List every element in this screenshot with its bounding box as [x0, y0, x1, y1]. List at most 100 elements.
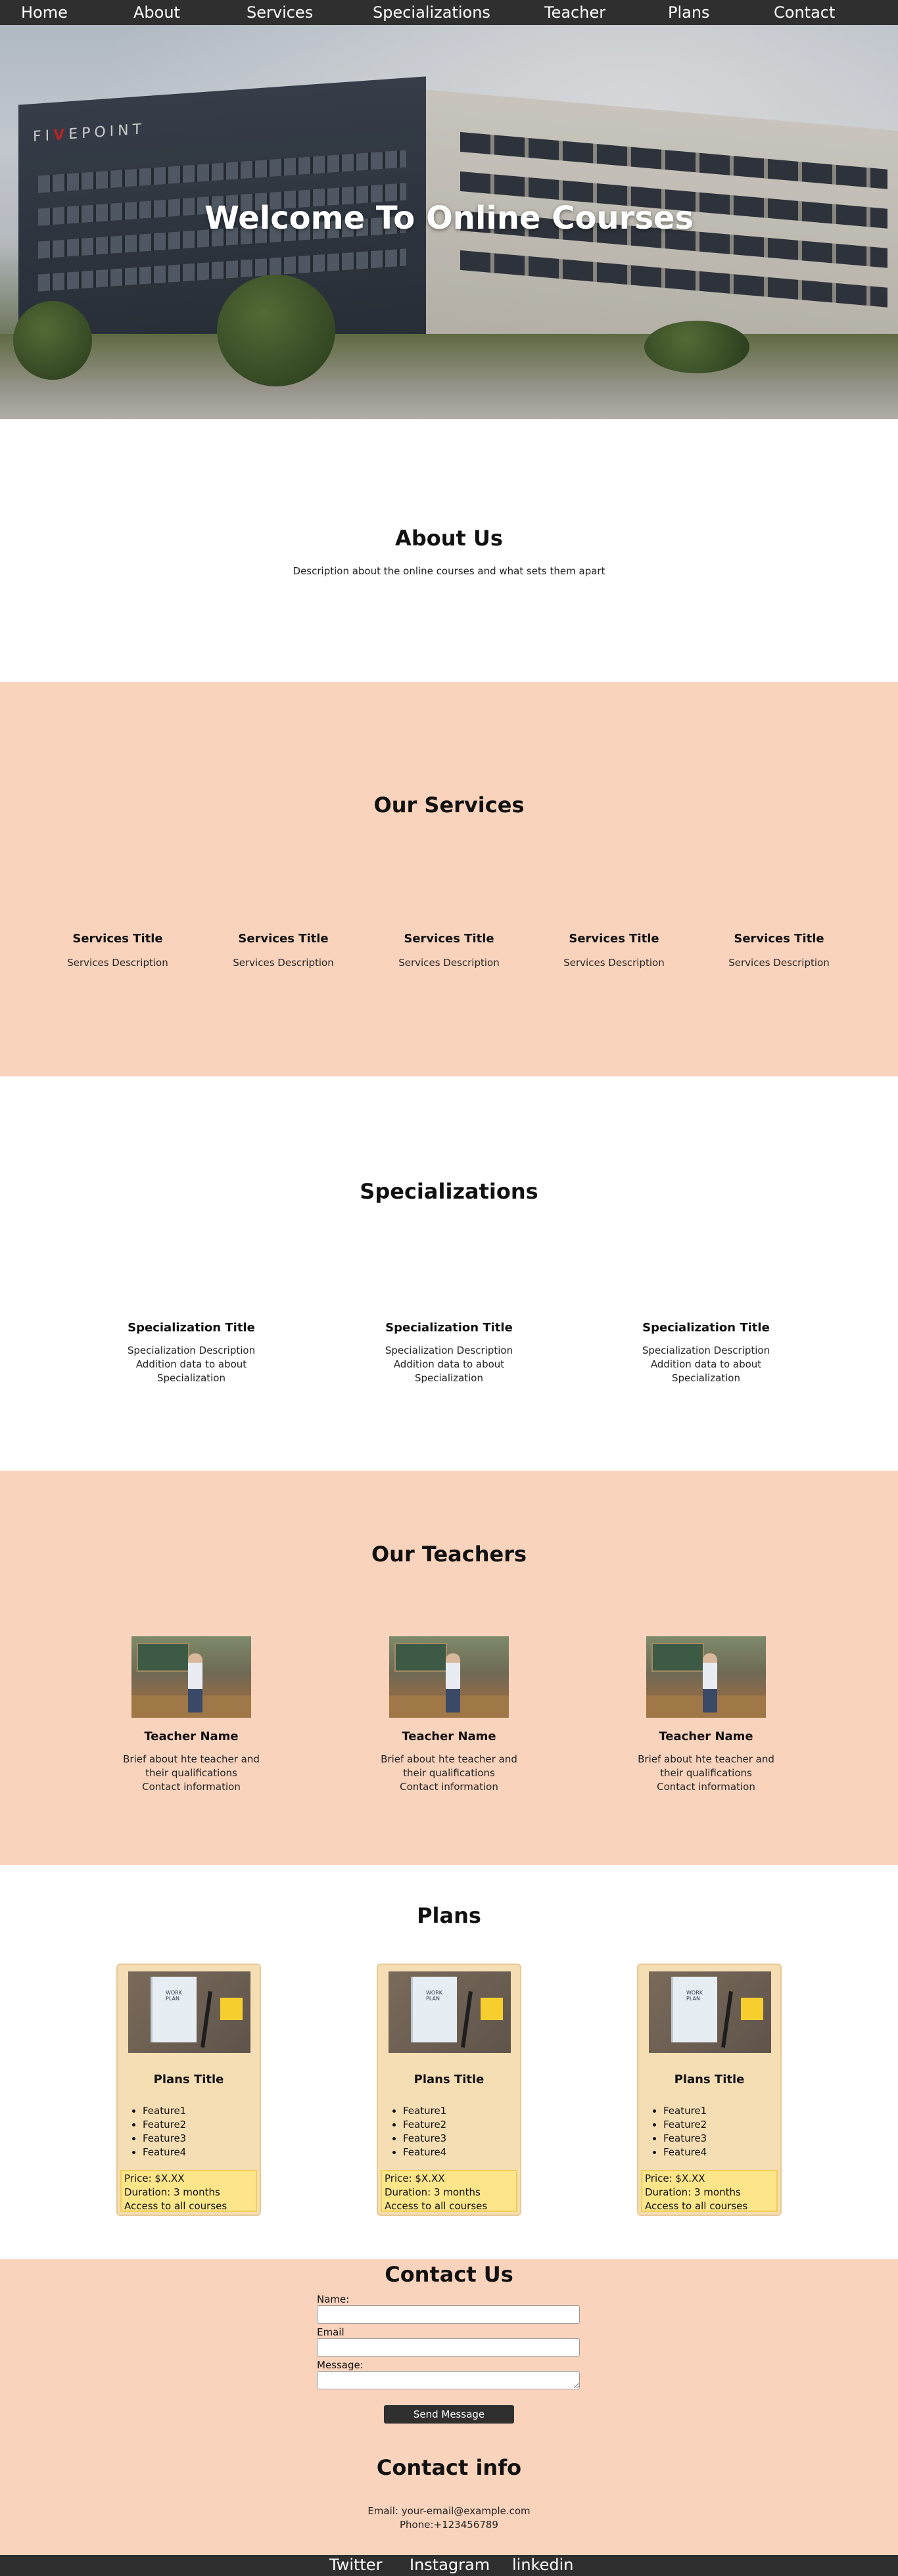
- plan-image: WORK PLAN: [389, 1971, 511, 2053]
- specialization-description: Specialization Description Addition data…: [373, 1344, 525, 1385]
- name-label: Name:: [317, 2293, 350, 2305]
- plan-image-paper: WORK PLAN: [151, 1977, 197, 2042]
- nav-home[interactable]: Home: [21, 3, 68, 22]
- contact-section: Contact Us Name: Email Message: Send Mes…: [0, 2259, 898, 2424]
- nav-teacher[interactable]: Teacher: [544, 3, 605, 22]
- service-card: Services Title Services Description: [218, 932, 349, 970]
- specialization-title: Specialization Title: [128, 1321, 255, 1335]
- plan-title: Plans Title: [414, 2073, 484, 2086]
- message-label: Message:: [317, 2359, 364, 2371]
- plan-card: WORK PLAN Plans Title Feature1 Feature2 …: [377, 1964, 521, 2216]
- teacher-card: Teacher Name Brief about hte teacher and…: [634, 1636, 778, 1794]
- specialization-description: Specialization Description Addition data…: [116, 1344, 267, 1385]
- bio-line: Contact information: [657, 1781, 755, 1793]
- specialization-card: Specialization Title Specialization Desc…: [630, 1321, 782, 1385]
- service-title: Services Title: [734, 932, 824, 946]
- teacher-photo: [131, 1636, 251, 1718]
- plan-features: Feature1 Feature2 Feature3 Feature4: [143, 2104, 186, 2159]
- plan-feature: Feature4: [663, 2146, 707, 2159]
- plan-price: Price: $X.XX: [645, 2173, 705, 2184]
- spec-line: Specialization: [414, 1372, 483, 1384]
- about-section: About Us Description about the online co…: [0, 419, 898, 682]
- photo-board: [394, 1643, 447, 1672]
- plan-price-box: Price: $X.XX Duration: 3 months Access t…: [381, 2170, 517, 2212]
- footer-instagram-link[interactable]: Instagram: [410, 2556, 490, 2574]
- services-section: Our Services Services Title Services Des…: [0, 682, 898, 1076]
- plan-duration: Duration: 3 months: [385, 2186, 481, 2198]
- plan-feature: Feature4: [403, 2146, 446, 2159]
- bio-line: Brief about hte teacher and: [123, 1753, 260, 1765]
- nav-about[interactable]: About: [133, 3, 180, 22]
- services-title: Our Services: [373, 793, 525, 817]
- service-description: Services Description: [398, 957, 500, 969]
- plan-card: WORK PLAN Plans Title Feature1 Feature2 …: [116, 1964, 261, 2216]
- plan-image-pen: [461, 1991, 473, 2048]
- footer-twitter-link[interactable]: Twitter: [329, 2556, 382, 2574]
- spec-line: Addition data to about: [135, 1358, 247, 1370]
- service-title: Services Title: [404, 932, 494, 946]
- teacher-bio: Brief about hte teacher and their qualif…: [119, 1753, 264, 1794]
- service-description: Services Description: [563, 957, 665, 969]
- message-textarea[interactable]: [317, 2371, 580, 2389]
- nav-specializations[interactable]: Specializations: [373, 3, 490, 22]
- nav-services[interactable]: Services: [247, 3, 313, 22]
- footer-linkedin-link[interactable]: linkedin: [512, 2556, 573, 2574]
- contact-email: Email: your-email@example.com: [367, 2505, 531, 2517]
- bio-line: Contact information: [142, 1781, 241, 1793]
- teacher-name: Teacher Name: [402, 1730, 496, 1743]
- contact-info-title: Contact info: [376, 2455, 522, 2480]
- nav-plans[interactable]: Plans: [668, 3, 710, 22]
- plan-feature: Feature1: [663, 2104, 707, 2118]
- photo-person: [188, 1653, 202, 1713]
- plan-price: Price: $X.XX: [124, 2173, 185, 2184]
- contact-title: Contact Us: [385, 2262, 513, 2287]
- contact-phone: Phone:+123456789: [400, 2519, 498, 2531]
- specializations-title: Specializations: [360, 1179, 538, 1204]
- email-label: Email: [317, 2326, 344, 2338]
- plan-access: Access to all courses: [385, 2200, 488, 2212]
- plan-feature: Feature3: [663, 2132, 707, 2146]
- photo-person: [446, 1653, 460, 1713]
- teachers-section: Our Teachers Teacher Name Brief about ht…: [0, 1471, 898, 1865]
- plan-features: Feature1 Feature2 Feature3 Feature4: [403, 2104, 446, 2159]
- plan-image-text: WORK PLAN: [426, 1990, 443, 2002]
- specialization-title: Specialization Title: [385, 1321, 513, 1335]
- plan-duration: Duration: 3 months: [645, 2186, 741, 2198]
- about-title: About Us: [395, 526, 503, 551]
- hero-title: Welcome To Online Courses: [204, 200, 694, 237]
- plan-feature: Feature4: [143, 2146, 186, 2159]
- spec-line: Addition data to about: [650, 1358, 762, 1370]
- plan-price-box: Price: $X.XX Duration: 3 months Access t…: [641, 2170, 778, 2212]
- email-input[interactable]: [317, 2338, 580, 2357]
- specialization-title: Specialization Title: [642, 1321, 770, 1335]
- plan-image-paper: WORK PLAN: [671, 1977, 717, 2042]
- teacher-card: Teacher Name Brief about hte teacher and…: [119, 1636, 264, 1794]
- send-message-button[interactable]: Send Message: [384, 2405, 514, 2424]
- plan-feature: Feature2: [403, 2118, 446, 2132]
- nav-contact[interactable]: Contact: [774, 3, 835, 22]
- service-card: Services Title Services Description: [548, 932, 680, 970]
- teacher-bio: Brief about hte teacher and their qualif…: [377, 1753, 521, 1794]
- plan-image-note: [220, 1998, 243, 2020]
- name-input[interactable]: [317, 2305, 580, 2324]
- plan-feature: Feature3: [403, 2132, 446, 2146]
- plan-image-note: [741, 1998, 763, 2020]
- teacher-card: Teacher Name Brief about hte teacher and…: [377, 1636, 521, 1794]
- specialization-description: Specialization Description Addition data…: [630, 1344, 782, 1385]
- photo-person: [703, 1653, 717, 1713]
- teacher-photo: [646, 1636, 766, 1718]
- plan-feature: Feature2: [663, 2118, 707, 2132]
- plan-duration: Duration: 3 months: [124, 2186, 220, 2198]
- teachers-title: Our Teachers: [371, 1542, 527, 1567]
- plan-feature: Feature1: [143, 2104, 186, 2118]
- contact-info-section: Contact info Email: your-email@example.c…: [0, 2424, 898, 2555]
- teacher-name: Teacher Name: [144, 1730, 239, 1743]
- hero-banner: FIVEPOINT Welcome To Online Courses: [0, 25, 898, 419]
- plan-title: Plans Title: [674, 2073, 745, 2086]
- spec-line: Specialization Description: [127, 1345, 256, 1356]
- service-title: Services Title: [72, 932, 163, 946]
- plan-card: WORK PLAN Plans Title Feature1 Feature2 …: [637, 1964, 782, 2216]
- bio-line: Contact information: [400, 1781, 498, 1793]
- bio-line: their qualifications: [403, 1767, 495, 1779]
- service-title: Services Title: [569, 932, 659, 946]
